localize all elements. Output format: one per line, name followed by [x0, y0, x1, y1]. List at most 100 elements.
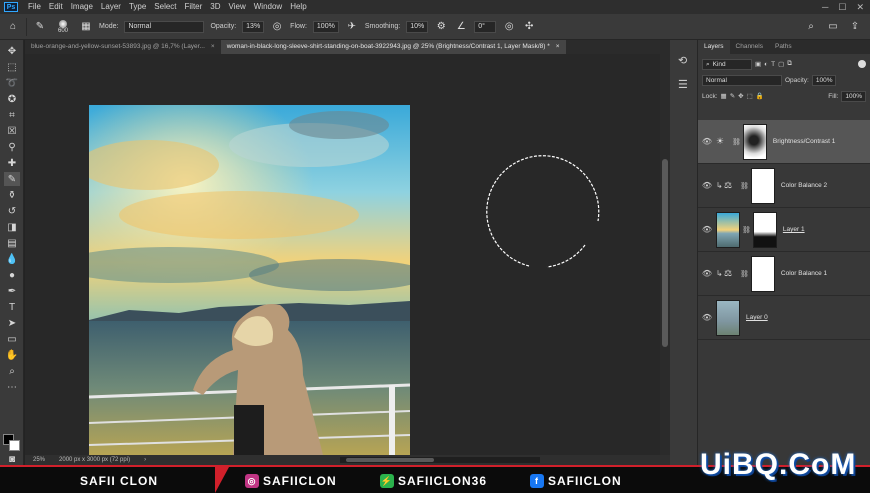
brush-tool-icon[interactable]: ✎ — [4, 172, 20, 186]
minimize-icon[interactable]: ─ — [822, 2, 828, 13]
visibility-eye-icon[interactable]: 👁 — [698, 269, 716, 278]
pressure-opacity-icon[interactable]: ◎ — [270, 20, 284, 34]
properties-panel-icon[interactable]: ☰ — [678, 78, 688, 91]
hand-tool-icon[interactable]: ✋ — [4, 348, 20, 362]
layer-mask-thumbnail[interactable] — [750, 255, 775, 292]
menu-view[interactable]: View — [225, 0, 250, 14]
filter-pixel-icon[interactable]: ▣ — [755, 60, 761, 68]
zoom-level[interactable]: 25% — [33, 457, 45, 463]
background-color-swatch[interactable] — [9, 440, 20, 451]
dodge-tool-icon[interactable]: ● — [4, 268, 20, 282]
eyedropper-tool-icon[interactable]: ⚲ — [4, 140, 20, 154]
menu-layer[interactable]: Layer — [97, 0, 125, 14]
filter-smart-icon[interactable]: ⧉ — [787, 60, 792, 68]
layer-name[interactable]: Color Balance 2 — [781, 182, 827, 189]
filter-kind-select[interactable]: ⌕ Kind — [702, 58, 752, 70]
filter-toggle-icon[interactable] — [858, 60, 866, 68]
eraser-tool-icon[interactable]: ◨ — [4, 220, 20, 234]
layer-mask-thumbnail[interactable] — [750, 167, 775, 204]
menu-3d[interactable]: 3D — [206, 0, 224, 14]
visibility-eye-icon[interactable]: 👁 — [698, 313, 716, 322]
filter-adjustment-icon[interactable]: ◐ — [764, 61, 768, 68]
tab-woman-document[interactable]: woman-in-black-long-sleeve-shirt-standin… — [220, 40, 566, 54]
pen-tool-icon[interactable]: ✒ — [4, 284, 20, 298]
menu-file[interactable]: File — [24, 0, 45, 14]
link-chain-icon[interactable]: ⛓ — [742, 226, 751, 234]
tab-layers[interactable]: Layers — [698, 40, 730, 54]
layer-row-layer-0[interactable]: 👁 Layer 0 — [698, 296, 870, 340]
menu-filter[interactable]: Filter — [181, 0, 207, 14]
scrollbar-thumb[interactable] — [662, 159, 668, 347]
layer-mask-thumbnail[interactable] — [742, 123, 767, 160]
visibility-eye-icon[interactable]: 👁 — [698, 181, 716, 190]
fill-field[interactable]: 100% — [841, 90, 866, 102]
path-selection-tool-icon[interactable]: ➤ — [4, 316, 20, 330]
lasso-tool-icon[interactable]: ➰ — [4, 76, 20, 90]
more-tools-icon[interactable]: ⋯ — [4, 380, 20, 394]
menu-image[interactable]: Image — [67, 0, 97, 14]
lock-position-icon[interactable]: ✥ — [738, 92, 743, 100]
mode-select[interactable]: Normal — [124, 20, 205, 33]
history-brush-tool-icon[interactable]: ↺ — [4, 204, 20, 218]
layer-name[interactable]: Color Balance 1 — [781, 270, 827, 277]
lock-pixels-icon[interactable]: ✎ — [730, 92, 735, 100]
marquee-tool-icon[interactable]: ⬚ — [4, 60, 20, 74]
frame-tool-icon[interactable]: ☒ — [4, 124, 20, 138]
menu-select[interactable]: Select — [150, 0, 180, 14]
type-tool-icon[interactable]: T — [4, 300, 20, 314]
status-arrow-icon[interactable]: › — [144, 457, 146, 463]
layer-row-color-balance-1[interactable]: 👁 ↳ ⚖ ⛓ Color Balance 1 — [698, 252, 870, 296]
layer-name[interactable]: Layer 1 — [783, 226, 805, 233]
smoothing-gear-icon[interactable]: ⚙ — [434, 20, 448, 34]
layer-name[interactable]: Layer 0 — [746, 314, 768, 321]
rectangle-tool-icon[interactable]: ▭ — [4, 332, 20, 346]
healing-brush-tool-icon[interactable]: ✚ — [4, 156, 20, 170]
quick-select-tool-icon[interactable]: ✪ — [4, 92, 20, 106]
lock-all-icon[interactable]: 🔒 — [756, 92, 764, 100]
tab-paths[interactable]: Paths — [769, 40, 798, 54]
crop-tool-icon[interactable]: ⌗ — [4, 108, 20, 122]
move-tool-icon[interactable]: ✥ — [4, 44, 20, 58]
layer-row-color-balance-2[interactable]: 👁 ↳ ⚖ ⛓ Color Balance 2 — [698, 164, 870, 208]
horizontal-scrollbar[interactable] — [340, 457, 540, 463]
gradient-tool-icon[interactable]: ▤ — [4, 236, 20, 250]
menu-help[interactable]: Help — [286, 0, 310, 14]
tab-channels[interactable]: Channels — [730, 40, 769, 54]
link-chain-icon[interactable]: ⛓ — [732, 138, 741, 146]
blur-tool-icon[interactable]: 💧 — [4, 252, 20, 266]
layer-name[interactable]: Brightness/Contrast 1 — [773, 138, 836, 145]
symmetry-icon[interactable]: ✣ — [522, 20, 536, 34]
visibility-eye-icon[interactable]: 👁 — [698, 137, 716, 146]
layer-row-layer-1[interactable]: 👁 ⛓ Layer 1 — [698, 208, 870, 252]
layer-mask-thumbnail[interactable] — [752, 211, 777, 248]
menu-type[interactable]: Type — [125, 0, 150, 14]
link-chain-icon[interactable]: ⛓ — [740, 270, 749, 278]
maximize-icon[interactable]: ☐ — [838, 2, 846, 13]
home-icon[interactable]: ⌂ — [6, 20, 20, 34]
pressure-size-icon[interactable]: ◎ — [502, 20, 516, 34]
opacity-field[interactable]: 13% — [242, 20, 265, 33]
angle-field[interactable]: 0° — [474, 20, 497, 33]
airbrush-icon[interactable]: ✈ — [345, 20, 359, 34]
search-icon[interactable]: ⌕ — [804, 20, 818, 34]
zoom-tool-icon[interactable]: ⌕ — [4, 364, 20, 378]
layer-row-brightness-contrast[interactable]: 👁 ☀ ⛓ Brightness/Contrast 1 — [698, 120, 870, 164]
horizontal-scrollbar-thumb[interactable] — [346, 458, 434, 462]
lock-transparent-icon[interactable]: ▦ — [721, 92, 727, 100]
tab-close-icon[interactable]: × — [556, 40, 560, 54]
menu-edit[interactable]: Edit — [45, 0, 67, 14]
flow-field[interactable]: 100% — [312, 20, 339, 33]
close-icon[interactable]: ✕ — [856, 2, 864, 13]
lock-artboard-icon[interactable]: ⬚ — [747, 92, 753, 100]
workspace-icon[interactable]: ▭ — [826, 20, 840, 34]
layer-opacity-field[interactable]: 100% — [811, 74, 837, 86]
visibility-eye-icon[interactable]: 👁 — [698, 225, 716, 234]
filter-shape-icon[interactable]: ▢ — [778, 60, 784, 68]
filter-type-icon[interactable]: T — [771, 61, 775, 68]
brush-preset-picker[interactable]: 600 — [53, 19, 73, 34]
tab-close-icon[interactable]: × — [211, 40, 215, 54]
clone-stamp-tool-icon[interactable]: ⚱ — [4, 188, 20, 202]
brush-tool-icon[interactable]: ✎ — [33, 20, 47, 34]
quick-mask-icon[interactable]: ◙ — [4, 452, 20, 466]
tab-sunset-document[interactable]: blue-orange-and-yellow-sunset-53893.jpg … — [25, 40, 221, 54]
